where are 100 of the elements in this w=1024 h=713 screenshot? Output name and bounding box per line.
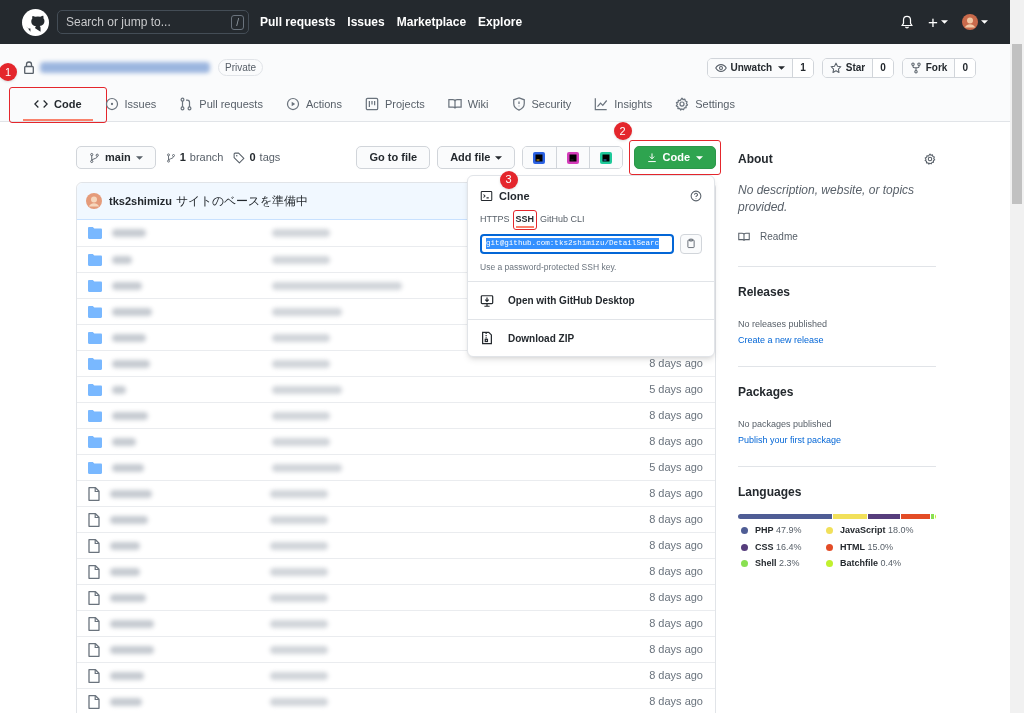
empty-state-text: No packages published [738,418,833,431]
blurred-commit-message [270,671,328,680]
commit-time: 8 days ago [649,668,703,684]
lock-icon [24,61,34,74]
settings-icon [924,153,936,165]
repository-tab[interactable]: Projects [353,89,436,121]
ide-button[interactable] [522,147,556,168]
step-marker: 2 [613,122,632,140]
blurred-file-name [110,567,140,576]
caret-icon [135,155,143,160]
count-badge[interactable]: 0 [872,58,893,77]
dropdown-menu-item[interactable]: Open with GitHub Desktop [468,282,714,320]
ide-logo-icon [533,151,545,164]
blurred-file-name [110,619,154,628]
protocol-tab[interactable]: SSH [515,211,535,228]
scrollbar[interactable] [1010,0,1024,713]
file-icon [88,512,100,527]
repository-tab[interactable]: Security [500,89,583,121]
repository-tab[interactable]: Actions [274,89,353,121]
ide-logo-icon [599,151,612,164]
commit-time: 8 days ago [649,512,703,528]
ide-button[interactable] [555,147,589,168]
folder-icon [88,383,102,396]
file-icon [88,486,100,501]
caret-icon [494,155,502,160]
blurred-file-name [110,697,142,706]
blurred-file-name [112,411,148,420]
blurred-file-name [112,307,152,316]
count-badge[interactable]: 1 [792,58,813,77]
blurred-commit-message [272,307,342,316]
highlight-frame [512,209,538,230]
section-heading: Packages [738,384,795,401]
book-icon [738,230,750,243]
create-link[interactable]: Create a new release [738,333,936,347]
repository-tab[interactable]: Pull requests [168,89,274,121]
language-label: CSS 16.4% [755,540,802,554]
branch-select-button[interactable]: main [76,146,156,169]
file-icon [88,590,100,605]
branches-link[interactable]: 1 branch [165,149,224,166]
nav-link[interactable]: Issues [347,13,385,31]
blurred-file-name [112,333,146,342]
protocol-tab[interactable]: HTTPS [480,211,510,228]
step-marker: 3 [499,170,518,189]
repository-tab[interactable]: Issues [93,89,168,121]
language-label: Shell 2.3% [755,557,800,570]
ide-button[interactable] [588,147,622,168]
caret-icon [981,20,988,24]
tag-icon [233,151,246,164]
branch-icon [89,151,100,164]
blurred-commit-message [270,593,328,602]
repository-tab[interactable]: Code [23,89,93,121]
play-circle-icon [285,97,300,111]
nav-link[interactable]: Marketplace [396,13,467,31]
avatar-menu-button[interactable] [962,14,988,30]
file-icon [88,564,100,579]
count-badge[interactable]: 0 [954,58,975,77]
blurred-file-name [112,255,132,264]
hint-text: Use a password-protected SSH key. [480,260,618,274]
file-icon [88,694,100,709]
folder-icon [88,461,102,474]
blurred-commit-message [270,645,328,654]
repository-tab[interactable]: Insights [583,89,664,121]
dropdown-menu-item[interactable]: Download ZIP [468,319,714,357]
ide-logo-icon [566,151,579,164]
protocol-tab[interactable]: GitHub CLI [540,211,585,228]
commit-message: サイトのベースを準備中 [175,193,308,210]
help-icon [690,190,702,203]
go-to-file-button[interactable]: Go to file [356,146,431,169]
readme-link[interactable]: Readme [738,229,936,244]
about-description: No description, website, or topics provided. [738,182,916,216]
blurred-commit-message [272,411,330,420]
caret-icon [778,65,786,70]
folder-icon [88,331,102,344]
dropdown-title: Clone [499,189,530,204]
create-link[interactable]: Publish your first package [738,433,936,447]
settings-button[interactable] [924,153,936,165]
blurred-file-name [110,541,140,550]
circle-dot-icon [104,97,119,111]
repository-tab[interactable]: Settings [664,89,746,121]
commit-time: 8 days ago [649,538,703,554]
add-file-button[interactable]: Add file [437,146,515,169]
nav-link[interactable]: Pull requests [260,13,336,31]
search-field[interactable]: Search or jump to... / [57,10,249,34]
commit-author-link[interactable]: tks2shimizu [109,192,172,210]
section-heading: About [738,151,773,168]
logo-icon [22,8,49,36]
blurred-commit-message [272,229,330,237]
commit-time: 8 days ago [649,356,703,372]
nav-link[interactable]: Explore [478,13,523,31]
create-new-button[interactable]: + [928,13,948,31]
folder-icon [88,253,102,266]
commit-time: 8 days ago [649,564,703,580]
tags-link[interactable]: 0 tags [233,149,281,166]
caret-icon [941,20,948,24]
repository-tab[interactable]: Wiki [436,89,500,121]
pull-request-icon [179,97,194,111]
blurred-file-name [112,229,146,237]
blurred-file-name [112,359,150,368]
copy-button[interactable] [680,233,702,254]
blurred-file-name [112,281,142,290]
